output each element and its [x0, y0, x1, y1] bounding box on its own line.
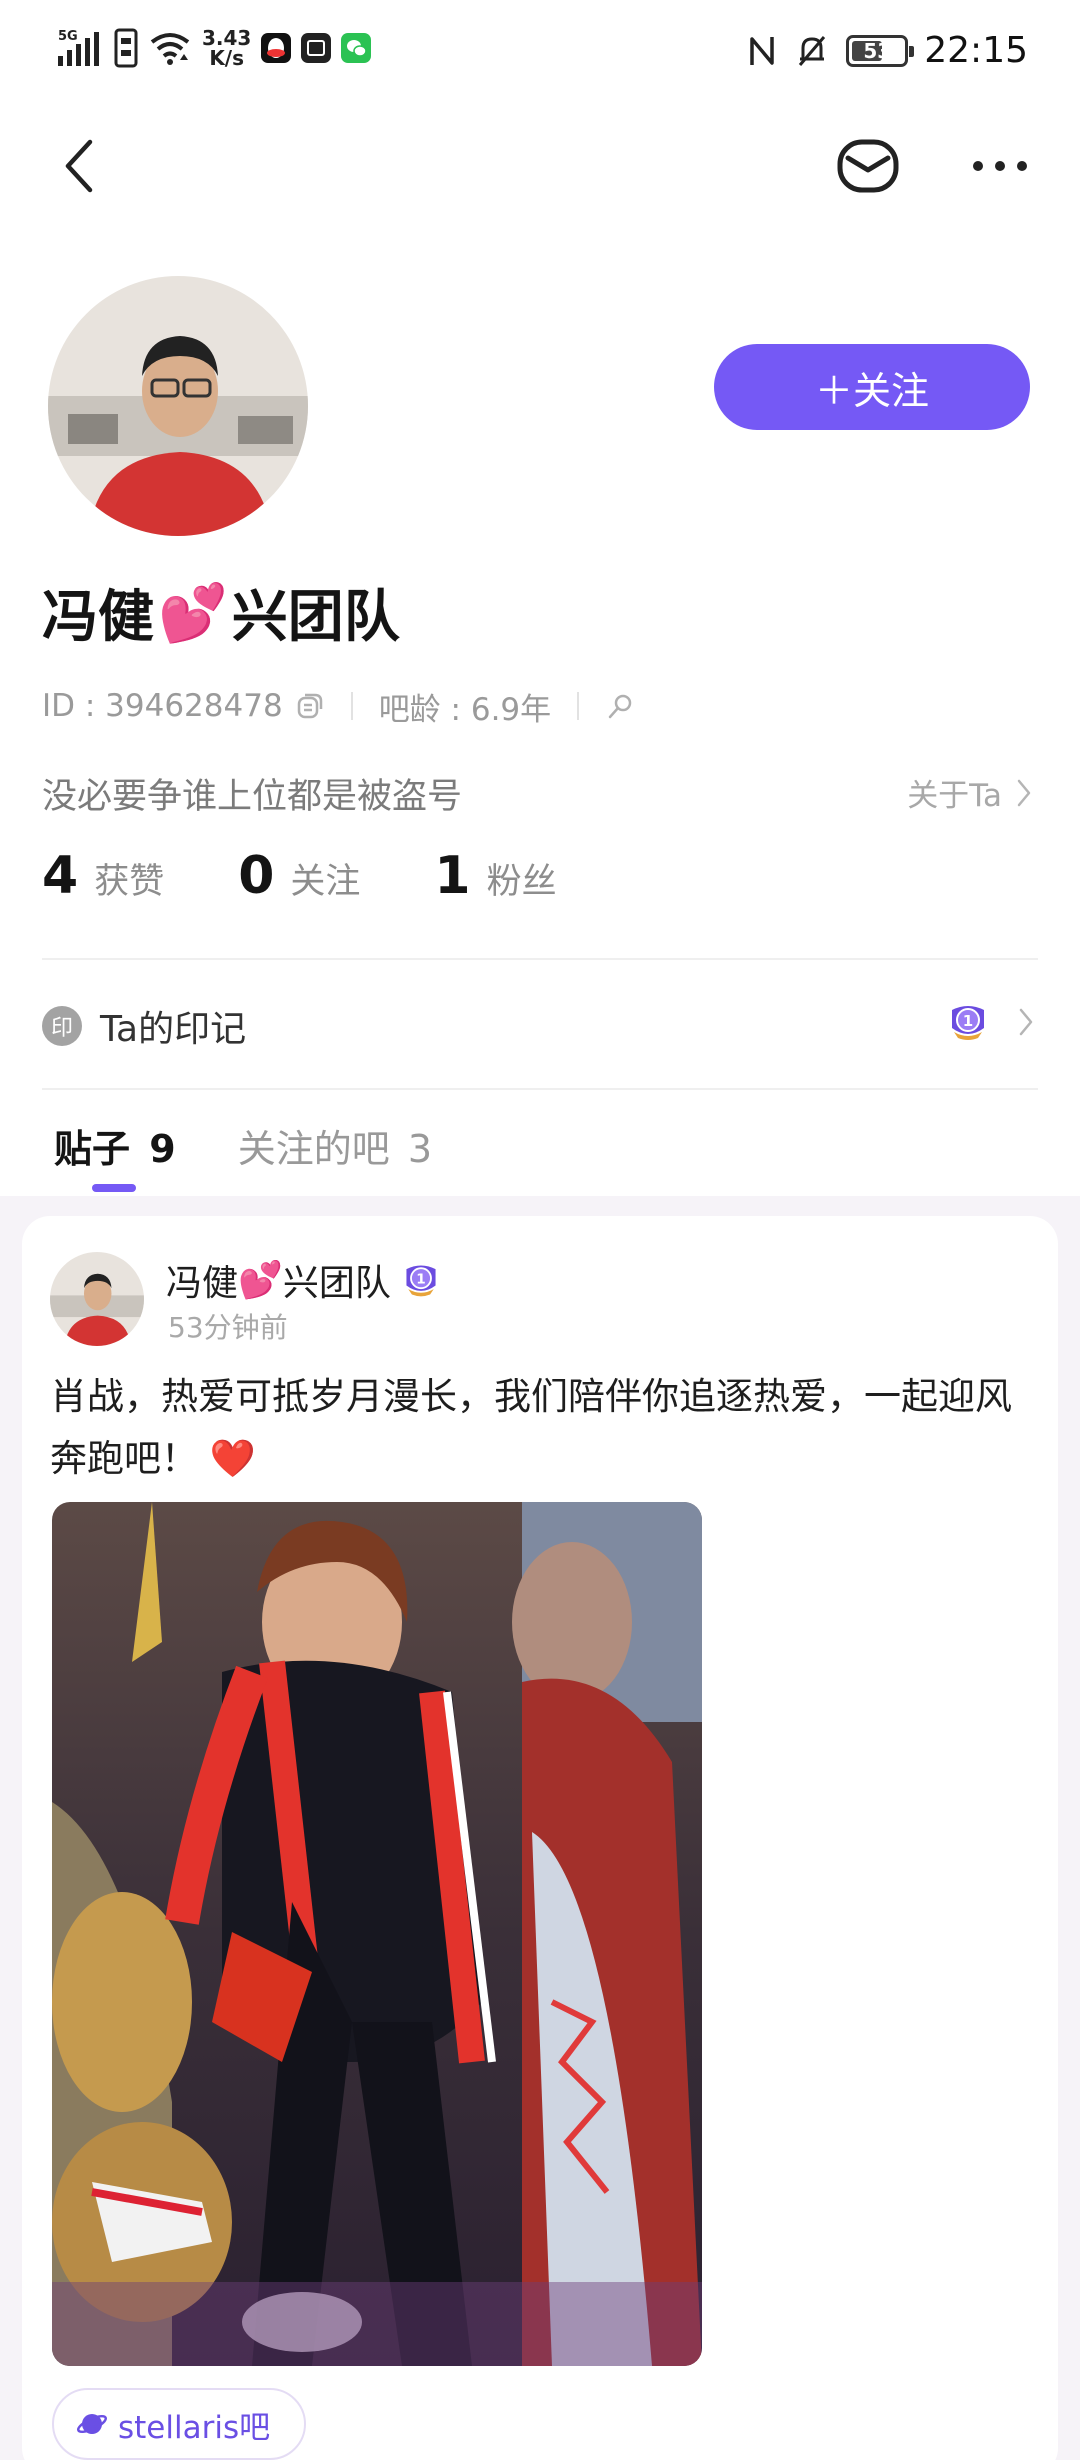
chevron-right-icon [1017, 779, 1031, 806]
tab-followed-forums[interactable]: 关注的吧 3 [238, 1118, 432, 1198]
tab-forums-count: 3 [407, 1127, 432, 1171]
network-speed-value: 3.43 [202, 26, 252, 50]
post-time: 53分钟前 [168, 1311, 288, 1344]
badge-row-label: Ta的印记 [100, 1009, 247, 1050]
more-options-button[interactable] [960, 126, 1040, 206]
stat-following[interactable]: 0 关注 [238, 846, 360, 906]
meta-separator [350, 692, 353, 720]
battery-level: 53 [863, 38, 892, 63]
stat-following-label: 关注 [290, 862, 361, 902]
seal-icon: 印 [42, 1006, 82, 1046]
medal-icon: 1 [952, 1006, 984, 1040]
more-dots-icon [973, 161, 1027, 171]
forum-tag-label: stellaris吧 [118, 2409, 271, 2446]
badge-medal-number: 1 [963, 1012, 973, 1030]
stat-fans-value: 1 [434, 846, 471, 906]
status-time: 22:15 [924, 30, 1028, 71]
bio-text: 没必要争谁上位都是被盗号 [42, 777, 463, 817]
badge-row[interactable]: 印 Ta的印记 1 [42, 990, 1038, 1056]
post-author-avatar[interactable] [50, 1252, 144, 1346]
forum-tag[interactable]: stellaris吧 [52, 2388, 307, 2460]
badge-row-left: 印 Ta的印记 [42, 1000, 246, 1052]
tab-posts-count: 9 [149, 1127, 176, 1171]
username-part-1: 冯健 [42, 585, 154, 650]
author-medal-icon: 1 [406, 1265, 436, 1297]
top-nav-bar [0, 110, 1080, 220]
planet-icon [76, 2414, 108, 2434]
about-ta-link[interactable]: 关于Ta [907, 770, 1032, 815]
location-search-button[interactable] [605, 691, 635, 721]
message-button[interactable] [826, 124, 910, 208]
nfc-icon [750, 36, 774, 65]
signal-icon: 5G [58, 29, 99, 66]
post-text-body: 肖战，热爱可抵岁月漫长，我们陪伴你追逐热爱，一起迎风奔跑吧！ [50, 1375, 1012, 1480]
username-part-2: 兴团队 [231, 585, 400, 650]
post-card[interactable]: 冯健 💕 兴团队 1 53分钟前 肖战，热爱可抵岁月漫长，我们陪伴你追逐热爱，一… [22, 1216, 1058, 2460]
about-ta-label: 关于Ta [907, 778, 1002, 814]
post-author-heart-emoji: 💕 [238, 1260, 283, 1301]
author-medal-number: 1 [416, 1272, 425, 1288]
location-pin-icon [608, 694, 632, 719]
stat-likes[interactable]: 4 获赞 [42, 846, 164, 906]
tab-forums-label: 关注的吧 [237, 1127, 390, 1171]
mute-bell-icon [799, 35, 826, 66]
stat-likes-value: 4 [42, 846, 79, 906]
meta-separator [577, 692, 580, 720]
post-author-name[interactable]: 冯健 💕 兴团队 1 [166, 1254, 441, 1306]
post-image[interactable] [52, 1502, 702, 2366]
post-text[interactable]: 肖战，热爱可抵岁月漫长，我们陪伴你追逐热爱，一起迎风奔跑吧！ ❤️ [50, 1366, 1040, 1490]
badge-row-right: 1 [946, 1000, 1034, 1044]
heart-emoji: 💕 [158, 580, 228, 646]
profile-avatar[interactable] [48, 276, 308, 536]
bio-row: 没必要争谁上位都是被盗号 关于Ta [42, 768, 1038, 817]
wifi-icon [150, 33, 190, 65]
tab-active-indicator [92, 1184, 136, 1192]
user-id-text: ID : 394628478 [42, 688, 283, 724]
profile-username: 冯健 💕 兴团队 [42, 572, 400, 653]
status-bar-left: 5G 3.43 K/s [56, 28, 372, 68]
qq-app-icon [261, 33, 292, 63]
chevron-right-icon [1019, 1008, 1033, 1036]
stat-following-value: 0 [238, 846, 275, 906]
follow-button[interactable]: ＋关注 [714, 344, 1030, 430]
back-button[interactable] [40, 126, 120, 206]
profile-tabs: 贴子 9 关注的吧 3 [54, 1118, 494, 1198]
divider [42, 958, 1038, 960]
stat-fans-label: 粉丝 [486, 862, 557, 902]
network-label: 5G [58, 29, 78, 44]
network-speed: 3.43 K/s [202, 28, 251, 68]
status-bar: 5G 3.43 K/s 53 22:15 [0, 0, 1080, 110]
network-speed-unit: K/s [209, 46, 245, 70]
status-bar-right: 53 22:15 [746, 30, 1028, 71]
stats-row: 4 获赞 0 关注 1 粉丝 [42, 846, 631, 916]
tab-posts-label: 贴子 [54, 1127, 131, 1171]
battery-indicator: 53 [846, 34, 915, 67]
stat-fans[interactable]: 1 粉丝 [434, 846, 556, 906]
copy-id-button[interactable] [295, 691, 325, 721]
red-heart-emoji: ❤️ [209, 1437, 256, 1480]
profile-meta-row: ID : 394628478 吧龄 : 6.9年 [42, 684, 635, 728]
copy-icon [297, 693, 322, 719]
post-author-part-1: 冯健 [166, 1263, 239, 1304]
forum-age-text: 吧龄 : 6.9年 [378, 691, 552, 728]
mail-icon [837, 139, 899, 193]
wechat-app-icon [341, 33, 372, 63]
app-notification-icon [301, 33, 332, 63]
stat-likes-label: 获赞 [94, 862, 165, 902]
sim-card-icon [114, 28, 138, 68]
post-author-part-2: 兴团队 [282, 1263, 391, 1304]
chevron-left-icon [65, 139, 93, 193]
tab-posts[interactable]: 贴子 9 [54, 1118, 176, 1198]
divider [42, 1088, 1038, 1090]
